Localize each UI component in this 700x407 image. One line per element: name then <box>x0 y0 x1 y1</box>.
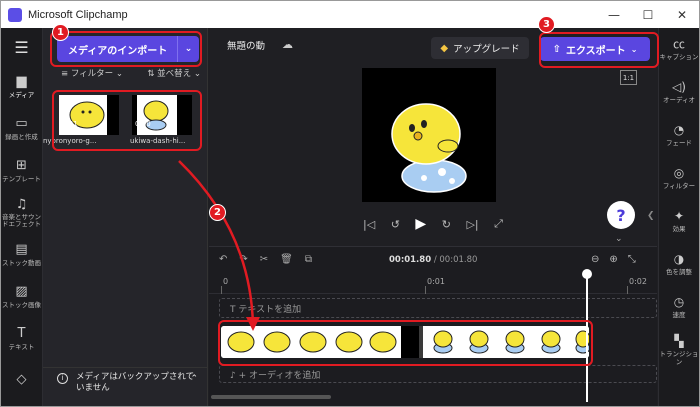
step-badge: 2 <box>209 204 226 221</box>
app-window: Microsoft Clipchamp — ☐ ✕ ☰ ▆ メディア ▭ 録画と… <box>0 0 700 407</box>
step-badge: 3 <box>538 16 555 33</box>
step-badge: 1 <box>52 24 69 41</box>
annotation-arrow <box>178 160 260 331</box>
